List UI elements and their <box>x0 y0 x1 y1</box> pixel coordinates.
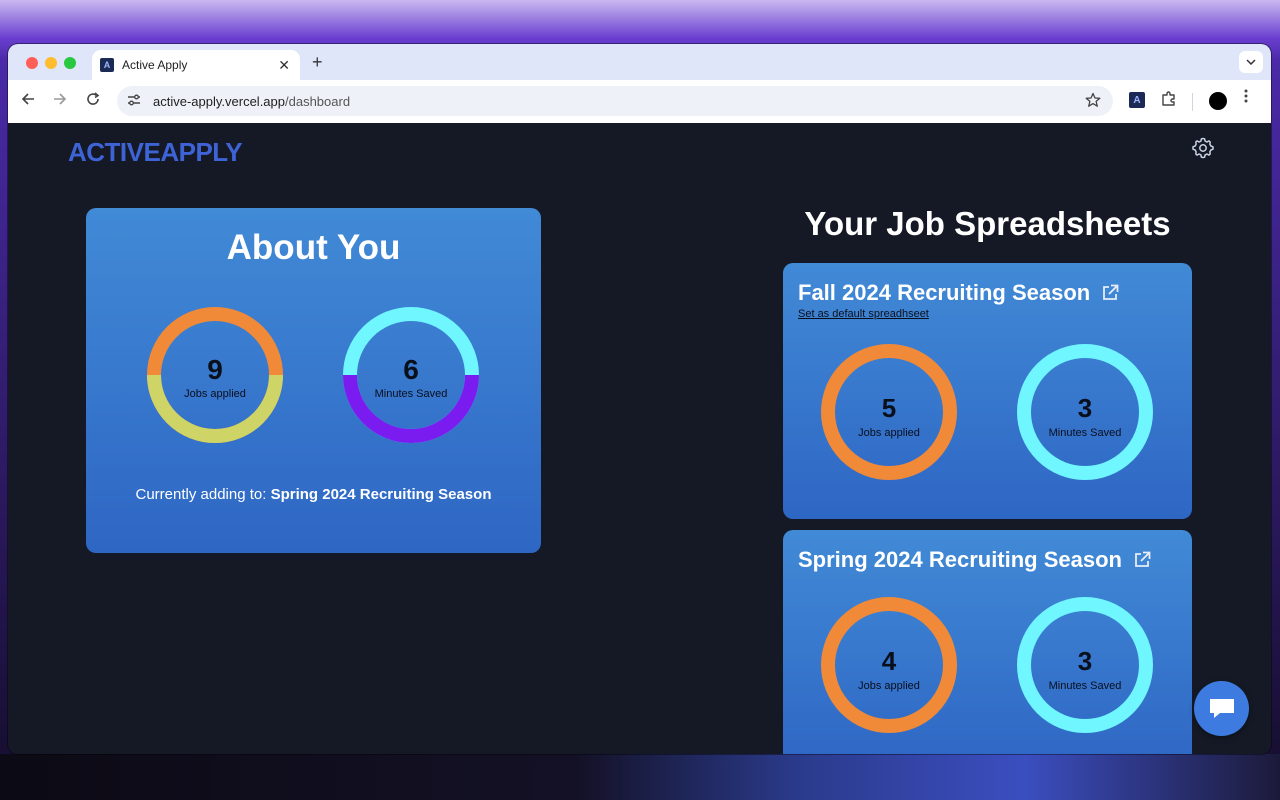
minimize-window-button[interactable] <box>45 57 57 69</box>
about-you-title: About You <box>226 228 401 267</box>
tab-search-chevron-icon[interactable] <box>1239 51 1263 73</box>
minutes-saved-value: 6 <box>403 354 419 385</box>
jobs-applied-ring: 9 Jobs applied <box>146 306 284 444</box>
extensions-puzzle-icon[interactable] <box>1160 90 1178 112</box>
site-settings-icon[interactable] <box>127 94 141 109</box>
back-arrow-icon[interactable] <box>18 92 38 110</box>
maximize-window-button[interactable] <box>64 57 76 69</box>
minutes-saved-ring: 6 Minutes Saved <box>342 306 480 444</box>
address-bar[interactable]: active-apply.vercel.app/dashboard <box>117 86 1113 116</box>
browser-toolbar: active-apply.vercel.app/dashboard A <box>8 80 1271 123</box>
job-spreadsheets-title: Your Job Spreadsheets <box>804 205 1171 242</box>
browser-menu-icon[interactable] <box>1244 89 1248 108</box>
open-external-link-icon[interactable] <box>1100 283 1120 303</box>
currently-adding-text: Currently adding to: Spring 2024 Recruit… <box>86 486 541 503</box>
spreadsheet-card: Fall 2024 Recruiting Season Set as defau… <box>783 263 1192 519</box>
spreadsheet-title: Fall 2024 Recruiting Season <box>798 280 1120 306</box>
minutes-saved-label: Minutes Saved <box>1048 680 1122 692</box>
tab-title: Active Apply <box>122 58 188 72</box>
chat-bubble-icon <box>1209 698 1234 718</box>
currently-adding-prefix: Currently adding to: <box>135 486 271 503</box>
reload-icon[interactable] <box>83 92 103 110</box>
minutes-saved-value: 3 <box>1077 646 1093 676</box>
close-tab-icon[interactable]: ✕ <box>278 57 290 74</box>
browser-window: A Active Apply ✕ + active-apply.vercel.a… <box>8 44 1271 754</box>
minutes-saved-label: Minutes Saved <box>1048 427 1122 439</box>
minutes-saved-label: Minutes Saved <box>374 388 448 400</box>
open-external-link-icon[interactable] <box>1132 550 1152 570</box>
spreadsheet-card: Spring 2024 Recruiting Season 4 Jobs app… <box>783 530 1192 754</box>
desktop-background <box>0 754 1280 800</box>
spreadsheet-name: Spring 2024 Recruiting Season <box>798 547 1122 572</box>
forward-arrow-icon[interactable] <box>50 92 70 110</box>
url-path: /dashboard <box>285 93 351 109</box>
active-apply-logo[interactable]: ACTIVEAPPLY <box>68 137 243 168</box>
minutes-saved-ring: 3 Minutes Saved <box>1016 596 1154 734</box>
profile-avatar[interactable] <box>1209 92 1227 110</box>
bookmark-star-icon[interactable] <box>1085 92 1101 112</box>
jobs-applied-label: Jobs applied <box>184 388 246 400</box>
about-you-card: About You 9 Jobs applied 6 Minutes Saved… <box>86 208 541 553</box>
spreadsheet-title: Spring 2024 Recruiting Season <box>798 547 1152 573</box>
jobs-applied-value: 9 <box>207 354 223 385</box>
jobs-applied-label: Jobs applied <box>858 427 920 439</box>
new-tab-button[interactable]: + <box>312 52 323 73</box>
tab-strip: A Active Apply ✕ + <box>8 44 1271 80</box>
jobs-applied-value: 5 <box>881 393 897 423</box>
tab-active-apply[interactable]: A Active Apply ✕ <box>92 50 300 80</box>
minutes-saved-ring: 3 Minutes Saved <box>1016 343 1154 481</box>
set-default-spreadsheet-link[interactable]: Set as default spreadhseet <box>798 308 929 320</box>
jobs-applied-ring: 4 Jobs applied <box>820 596 958 734</box>
favicon-icon: A <box>100 58 114 72</box>
jobs-applied-ring: 5 Jobs applied <box>820 343 958 481</box>
spreadsheet-name: Fall 2024 Recruiting Season <box>798 280 1091 305</box>
settings-gear-icon[interactable] <box>1191 136 1215 160</box>
toolbar-divider <box>1192 93 1193 111</box>
active-apply-extension-icon[interactable]: A <box>1129 92 1145 108</box>
jobs-applied-label: Jobs applied <box>858 680 920 692</box>
chat-support-button[interactable] <box>1194 681 1249 736</box>
url-host: active-apply.vercel.app <box>153 93 285 109</box>
currently-adding-sheet: Spring 2024 Recruiting Season <box>270 486 492 503</box>
dashboard-page: ACTIVEAPPLY About You 9 Jobs applied 6 M… <box>8 123 1271 754</box>
minutes-saved-value: 3 <box>1077 393 1093 423</box>
jobs-applied-value: 4 <box>881 646 897 676</box>
close-window-button[interactable] <box>26 57 38 69</box>
